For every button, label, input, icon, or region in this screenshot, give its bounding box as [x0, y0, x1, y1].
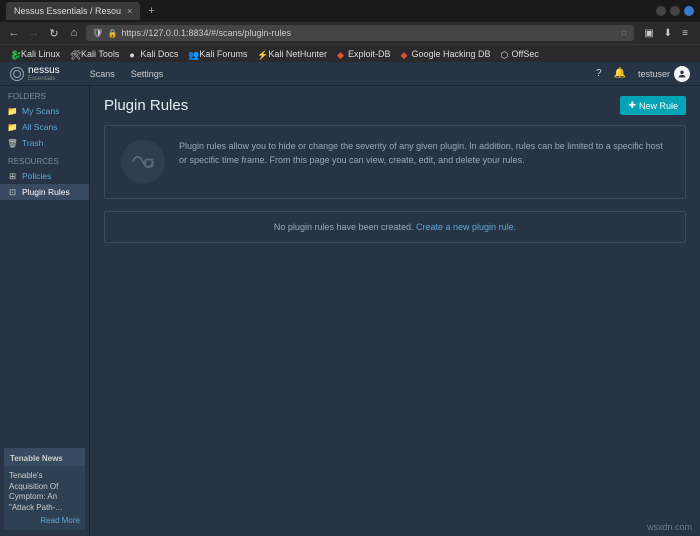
- ghdb-icon: ◆: [400, 50, 408, 58]
- plus-icon: ✚: [628, 100, 636, 111]
- help-icon[interactable]: ?: [596, 68, 602, 79]
- sidebar-item-policies[interactable]: ⊞Policies: [0, 168, 89, 184]
- bookmark-exploitdb[interactable]: ◆Exploit-DB: [333, 49, 395, 59]
- page-head: Plugin Rules ✚ New Rule: [104, 96, 686, 115]
- nav-tabs: Scans Settings: [90, 69, 164, 79]
- reader-icon[interactable]: ▣: [644, 28, 653, 39]
- nessus-logo-icon: [10, 67, 24, 81]
- shield-icon: 🛡: [92, 28, 103, 39]
- sidebar-item-all-scans[interactable]: 📁All Scans: [0, 119, 89, 135]
- new-rule-button[interactable]: ✚ New Rule: [620, 96, 686, 115]
- url-text: https://127.0.0.1:8834/#/scans/plugin-ru…: [121, 28, 615, 38]
- lock-icon: 🔒: [107, 29, 117, 38]
- trash-icon: 🗑: [8, 139, 17, 148]
- tools-icon: 🛠: [70, 50, 78, 58]
- news-card: Tenable News Tenable's Acquisition Of Cy…: [4, 448, 85, 530]
- back-button[interactable]: ←: [6, 27, 22, 39]
- nav-tab-scans[interactable]: Scans: [90, 69, 115, 79]
- bookmarks-bar: 🐉Kali Linux 🛠Kali Tools ●Kali Docs 👥Kali…: [0, 44, 700, 62]
- bookmark-kali-tools[interactable]: 🛠Kali Tools: [66, 49, 123, 59]
- info-box: Plugin rules allow you to hide or change…: [104, 125, 686, 199]
- bookmark-kali-linux[interactable]: 🐉Kali Linux: [6, 49, 64, 59]
- info-text: Plugin rules allow you to hide or change…: [179, 140, 669, 184]
- header-right: ? 🔔 testuser: [596, 66, 690, 82]
- url-input[interactable]: 🛡 🔒 https://127.0.0.1:8834/#/scans/plugi…: [86, 25, 634, 41]
- news-head: Tenable News: [10, 454, 79, 463]
- plugin-rules-illustration-icon: [121, 140, 165, 184]
- offsec-icon: ⬡: [501, 50, 509, 58]
- dragon-icon: 🐉: [10, 50, 18, 58]
- new-tab-button[interactable]: +: [148, 5, 154, 17]
- logo[interactable]: nessus Essentials: [10, 66, 60, 82]
- avatar-icon: [674, 66, 690, 82]
- user-menu[interactable]: testuser: [638, 66, 690, 82]
- page-title: Plugin Rules: [104, 97, 188, 114]
- plugin-icon: ⊡: [8, 188, 17, 197]
- bookmark-nethunter[interactable]: ⚡Kali NetHunter: [253, 49, 331, 59]
- close-tab-icon[interactable]: ×: [127, 6, 132, 16]
- create-rule-link[interactable]: Create a new plugin rule.: [416, 222, 516, 232]
- titlebar: Nessus Essentials / Resou × +: [0, 0, 700, 22]
- browser-tab[interactable]: Nessus Essentials / Resou ×: [6, 2, 140, 20]
- docs-icon: ●: [129, 50, 137, 58]
- news-title: Tenable's Acquisition Of Cymptom: An "At…: [9, 471, 80, 513]
- sidebar-item-plugin-rules[interactable]: ⊡Plugin Rules: [0, 184, 89, 200]
- sidebar-section-resources: RESOURCES: [0, 151, 89, 168]
- exploit-icon: ◆: [337, 50, 345, 58]
- url-right-icons: ▣ ⬇ ≡: [638, 28, 694, 39]
- home-button[interactable]: ⌂: [66, 27, 82, 39]
- forum-icon: 👥: [188, 50, 196, 58]
- reload-button[interactable]: ↻: [46, 27, 62, 40]
- logo-sub: Essentials: [28, 76, 60, 82]
- username: testuser: [638, 69, 670, 79]
- maximize-button[interactable]: [670, 6, 680, 16]
- notifications-icon[interactable]: 🔔: [614, 68, 626, 79]
- minimize-button[interactable]: [656, 6, 666, 16]
- bookmark-kali-forums[interactable]: 👥Kali Forums: [184, 49, 251, 59]
- content: Plugin Rules ✚ New Rule Plugin rules all…: [90, 86, 700, 536]
- close-window-button[interactable]: [684, 6, 694, 16]
- bookmark-ghdb[interactable]: ◆Google Hacking DB: [396, 49, 494, 59]
- app-header: nessus Essentials Scans Settings ? 🔔 tes…: [0, 62, 700, 86]
- sidebar-section-folders: FOLDERS: [0, 86, 89, 103]
- nethunter-icon: ⚡: [257, 50, 265, 58]
- bookmark-kali-docs[interactable]: ●Kali Docs: [125, 49, 182, 59]
- sidebar-item-my-scans[interactable]: 📁My Scans: [0, 103, 89, 119]
- main: FOLDERS 📁My Scans 📁All Scans 🗑Trash RESO…: [0, 86, 700, 536]
- download-icon[interactable]: ⬇: [664, 28, 672, 39]
- nav-tab-settings[interactable]: Settings: [131, 69, 164, 79]
- policy-icon: ⊞: [8, 172, 17, 181]
- empty-state: No plugin rules have been created. Creat…: [104, 211, 686, 243]
- bookmark-offsec[interactable]: ⬡OffSec: [497, 49, 543, 59]
- folder-icon: 📁: [8, 123, 17, 132]
- folder-icon: 📁: [8, 107, 17, 116]
- sidebar: FOLDERS 📁My Scans 📁All Scans 🗑Trash RESO…: [0, 86, 90, 536]
- bookmark-star-icon[interactable]: ☆: [619, 28, 628, 39]
- menu-icon[interactable]: ≡: [682, 28, 688, 39]
- logo-main: nessus: [28, 66, 60, 76]
- forward-button[interactable]: →: [26, 27, 42, 39]
- empty-text: No plugin rules have been created.: [274, 222, 416, 232]
- watermark: wsxdn.com: [647, 522, 692, 532]
- sidebar-item-trash[interactable]: 🗑Trash: [0, 135, 89, 151]
- tab-title: Nessus Essentials / Resou: [14, 6, 121, 16]
- url-bar: ← → ↻ ⌂ 🛡 🔒 https://127.0.0.1:8834/#/sca…: [0, 22, 700, 44]
- window-controls: [656, 6, 694, 16]
- news-link[interactable]: Read More: [9, 516, 80, 525]
